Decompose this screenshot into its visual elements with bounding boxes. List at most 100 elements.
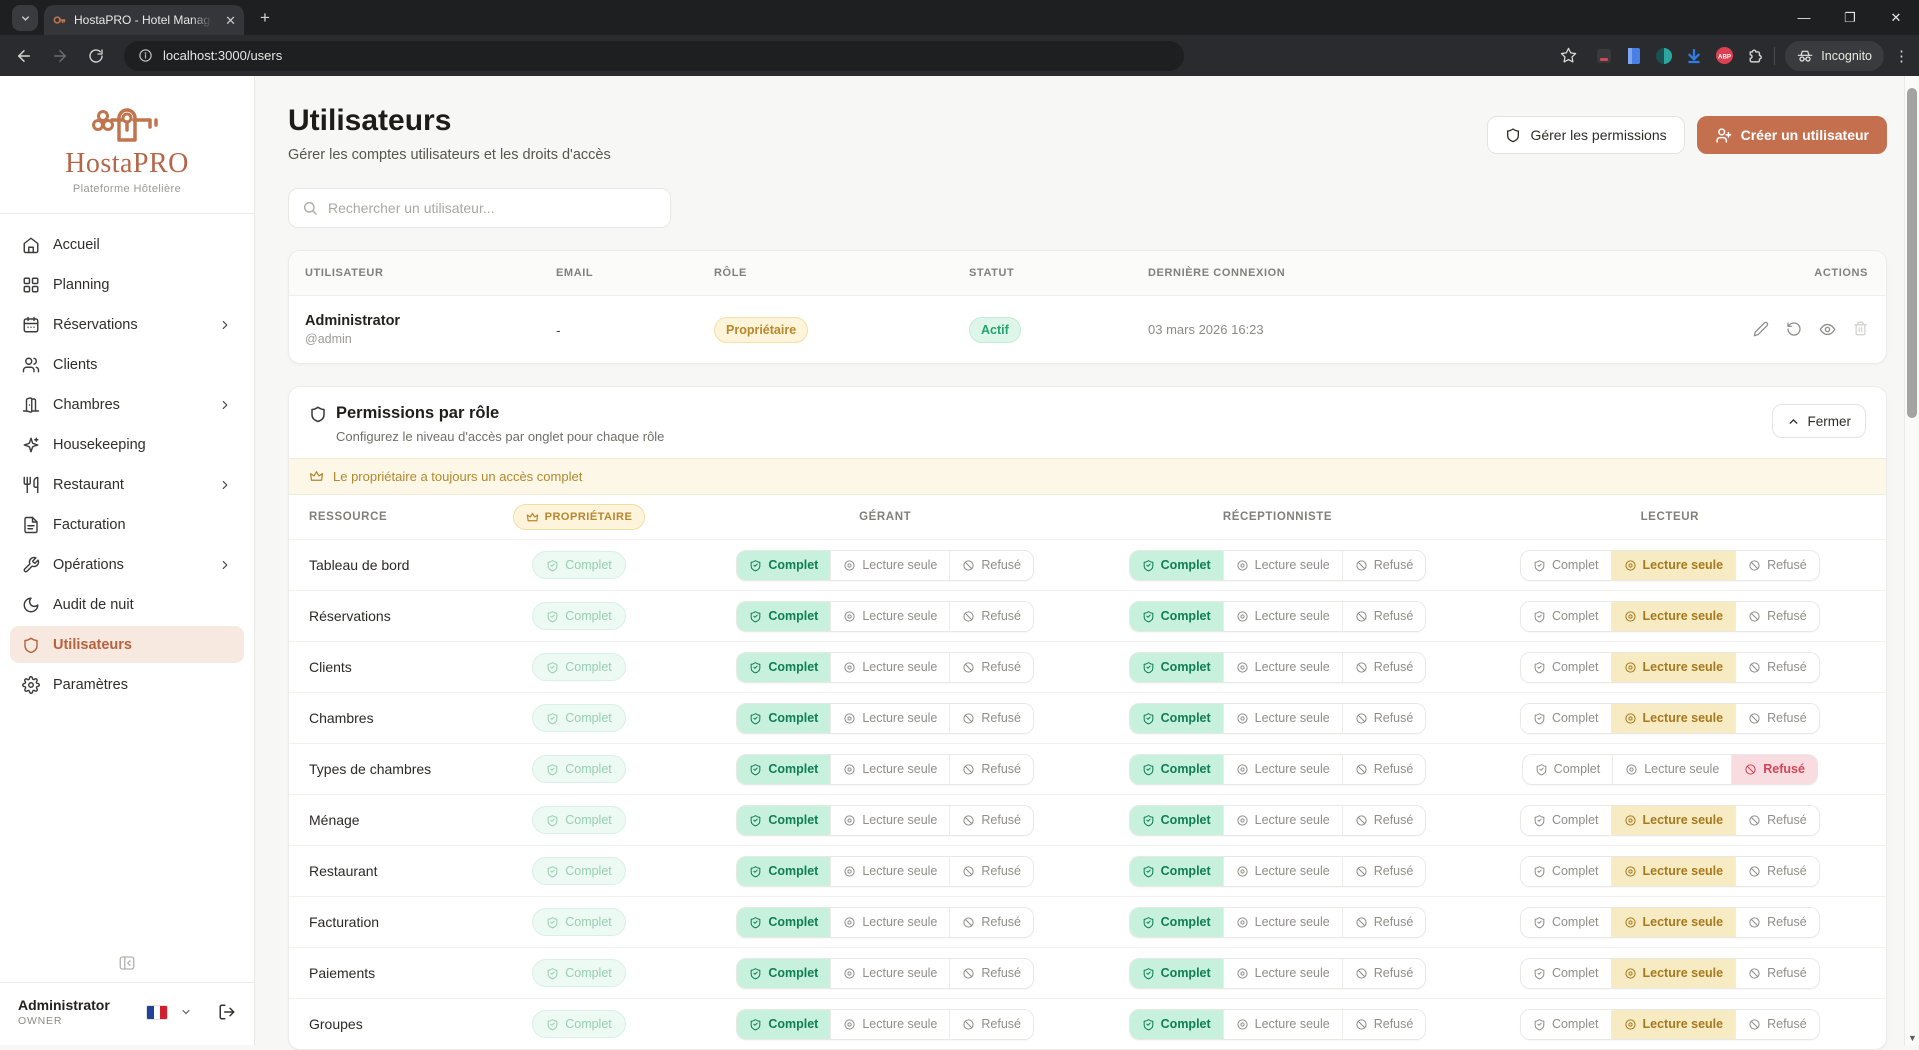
url-bar[interactable]: localhost:3000/users bbox=[124, 41, 1184, 71]
perm-denied-button[interactable]: Refusé bbox=[1735, 806, 1819, 835]
perm-full-button[interactable]: Complet bbox=[1130, 602, 1223, 631]
edit-user-button[interactable] bbox=[1753, 321, 1769, 338]
perm-read-button[interactable]: Lecture seule bbox=[830, 755, 949, 784]
perm-full-button[interactable]: Complet bbox=[1130, 908, 1223, 937]
css-extension-icon[interactable] bbox=[1594, 46, 1614, 66]
logout-button[interactable] bbox=[218, 1003, 236, 1021]
perm-denied-button[interactable]: Refusé bbox=[949, 908, 1033, 937]
forward-button[interactable] bbox=[44, 40, 76, 72]
perm-read-button[interactable]: Lecture seule bbox=[1223, 908, 1342, 937]
perm-read-button[interactable]: Lecture seule bbox=[1223, 857, 1342, 886]
perm-read-button[interactable]: Lecture seule bbox=[1611, 806, 1736, 835]
perm-read-button[interactable]: Lecture seule bbox=[1611, 653, 1736, 682]
perm-full-button[interactable]: Complet bbox=[1521, 1010, 1611, 1039]
perm-denied-button[interactable]: Refusé bbox=[949, 602, 1033, 631]
perm-read-button[interactable]: Lecture seule bbox=[1223, 806, 1342, 835]
perm-denied-button[interactable]: Refusé bbox=[1735, 551, 1819, 580]
perm-denied-button[interactable]: Refusé bbox=[1735, 908, 1819, 937]
back-button[interactable] bbox=[8, 40, 40, 72]
search-input[interactable] bbox=[328, 200, 657, 216]
sidebar-item-planning[interactable]: Planning bbox=[10, 266, 244, 303]
sidebar-collapse-button[interactable] bbox=[118, 954, 136, 972]
perm-read-button[interactable]: Lecture seule bbox=[1611, 959, 1736, 988]
perm-read-button[interactable]: Lecture seule bbox=[1611, 908, 1736, 937]
scrollbar-down-arrow[interactable]: ▼ bbox=[1908, 1033, 1917, 1043]
perm-denied-button[interactable]: Refusé bbox=[1342, 755, 1426, 784]
perm-full-button[interactable]: Complet bbox=[1521, 806, 1611, 835]
perm-read-button[interactable]: Lecture seule bbox=[830, 653, 949, 682]
perm-read-button[interactable]: Lecture seule bbox=[1223, 551, 1342, 580]
perm-full-button[interactable]: Complet bbox=[1130, 653, 1223, 682]
manage-permissions-button[interactable]: Gérer les permissions bbox=[1487, 116, 1684, 154]
perm-read-button[interactable]: Lecture seule bbox=[1223, 959, 1342, 988]
perm-read-button[interactable]: Lecture seule bbox=[1223, 602, 1342, 631]
perm-denied-button[interactable]: Refusé bbox=[1735, 602, 1819, 631]
perm-read-button[interactable]: Lecture seule bbox=[1611, 704, 1736, 733]
perm-denied-button[interactable]: Refusé bbox=[1735, 1010, 1819, 1039]
perm-read-button[interactable]: Lecture seule bbox=[1223, 755, 1342, 784]
sidebar-item-r-servations[interactable]: Réservations bbox=[10, 306, 244, 343]
perm-denied-button[interactable]: Refusé bbox=[1735, 704, 1819, 733]
adblock-abp-icon[interactable]: ABP bbox=[1714, 46, 1734, 66]
window-minimize-button[interactable]: — bbox=[1781, 0, 1827, 35]
perm-read-button[interactable]: Lecture seule bbox=[830, 1010, 949, 1039]
window-maximize-button[interactable]: ❐ bbox=[1827, 0, 1873, 35]
perm-denied-button[interactable]: Refusé bbox=[1735, 857, 1819, 886]
tab-close-icon[interactable]: ✕ bbox=[225, 14, 236, 27]
perm-denied-button[interactable]: Refusé bbox=[1342, 959, 1426, 988]
perm-denied-button[interactable]: Refusé bbox=[949, 857, 1033, 886]
perm-full-button[interactable]: Complet bbox=[1521, 959, 1611, 988]
download-arrow-extension-icon[interactable] bbox=[1684, 46, 1704, 66]
perm-denied-button[interactable]: Refusé bbox=[1342, 653, 1426, 682]
view-user-button[interactable] bbox=[1819, 321, 1836, 338]
perm-read-button[interactable]: Lecture seule bbox=[1611, 602, 1736, 631]
perm-denied-button[interactable]: Refusé bbox=[949, 959, 1033, 988]
sidebar-item-housekeeping[interactable]: Housekeeping bbox=[10, 426, 244, 463]
perm-full-button[interactable]: Complet bbox=[1521, 653, 1611, 682]
perm-denied-button[interactable]: Refusé bbox=[949, 1010, 1033, 1039]
perm-full-button[interactable]: Complet bbox=[1130, 755, 1223, 784]
sidebar-item-op-rations[interactable]: Opérations bbox=[10, 546, 244, 583]
perm-read-button[interactable]: Lecture seule bbox=[830, 704, 949, 733]
perm-full-button[interactable]: Complet bbox=[1130, 857, 1223, 886]
perm-full-button[interactable]: Complet bbox=[737, 704, 830, 733]
perm-read-button[interactable]: Lecture seule bbox=[830, 806, 949, 835]
perm-full-button[interactable]: Complet bbox=[1130, 551, 1223, 580]
perm-full-button[interactable]: Complet bbox=[1130, 959, 1223, 988]
perm-full-button[interactable]: Complet bbox=[737, 959, 830, 988]
perm-read-button[interactable]: Lecture seule bbox=[830, 908, 949, 937]
extensions-puzzle-icon[interactable] bbox=[1744, 46, 1764, 66]
perm-denied-button[interactable]: Refusé bbox=[1342, 551, 1426, 580]
perm-denied-button[interactable]: Refusé bbox=[949, 806, 1033, 835]
perm-denied-button[interactable]: Refusé bbox=[1342, 857, 1426, 886]
create-user-button[interactable]: Créer un utilisateur bbox=[1697, 116, 1887, 154]
perm-read-button[interactable]: Lecture seule bbox=[1611, 857, 1736, 886]
perm-full-button[interactable]: Complet bbox=[737, 653, 830, 682]
perm-denied-button[interactable]: Refusé bbox=[1342, 704, 1426, 733]
browser-menu-icon[interactable]: ⋮ bbox=[1894, 47, 1909, 65]
notebook-extension-icon[interactable] bbox=[1624, 46, 1644, 66]
perm-read-button[interactable]: Lecture seule bbox=[1612, 755, 1731, 784]
perm-read-button[interactable]: Lecture seule bbox=[830, 602, 949, 631]
perm-read-button[interactable]: Lecture seule bbox=[830, 959, 949, 988]
perm-full-button[interactable]: Complet bbox=[1130, 1010, 1223, 1039]
perm-read-button[interactable]: Lecture seule bbox=[830, 857, 949, 886]
sidebar-item-accueil[interactable]: Accueil bbox=[10, 226, 244, 263]
perm-denied-button[interactable]: Refusé bbox=[949, 551, 1033, 580]
bookmark-star-icon[interactable] bbox=[1552, 40, 1584, 72]
perm-full-button[interactable]: Complet bbox=[737, 551, 830, 580]
sidebar-item-utilisateurs[interactable]: Utilisateurs bbox=[10, 626, 244, 663]
perm-denied-button[interactable]: Refusé bbox=[1735, 653, 1819, 682]
perm-read-button[interactable]: Lecture seule bbox=[1223, 653, 1342, 682]
perm-full-button[interactable]: Complet bbox=[737, 755, 830, 784]
perm-full-button[interactable]: Complet bbox=[737, 908, 830, 937]
perm-full-button[interactable]: Complet bbox=[737, 857, 830, 886]
perm-full-button[interactable]: Complet bbox=[1130, 806, 1223, 835]
reset-password-button[interactable] bbox=[1786, 321, 1802, 338]
perm-full-button[interactable]: Complet bbox=[737, 806, 830, 835]
sidebar-item-audit-de-nuit[interactable]: Audit de nuit bbox=[10, 586, 244, 623]
sidebar-item-restaurant[interactable]: Restaurant bbox=[10, 466, 244, 503]
sidebar-item-clients[interactable]: Clients bbox=[10, 346, 244, 383]
perm-full-button[interactable]: Complet bbox=[1521, 908, 1611, 937]
perm-full-button[interactable]: Complet bbox=[737, 602, 830, 631]
